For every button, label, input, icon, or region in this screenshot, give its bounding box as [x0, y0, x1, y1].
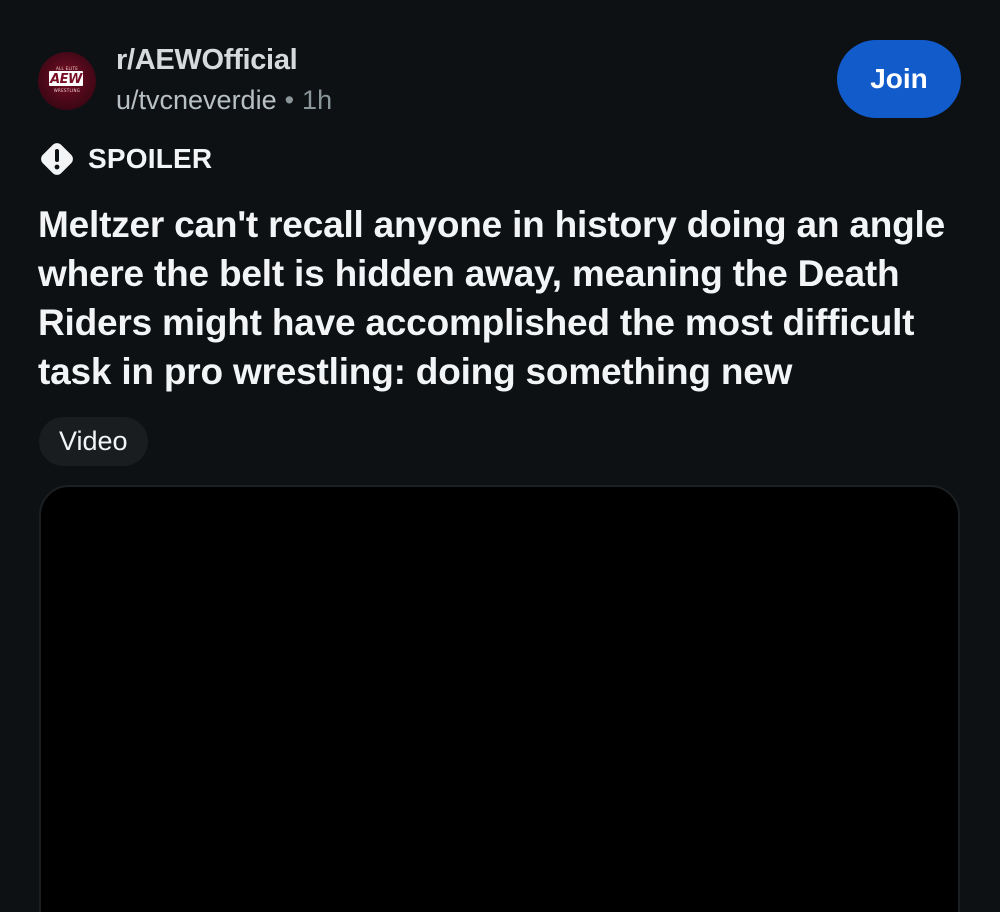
- subreddit-avatar[interactable]: ALL ELITE AEW WRESTLING: [38, 52, 96, 110]
- warning-diamond-icon: [41, 143, 73, 175]
- avatar-logo-text: AEW: [50, 72, 82, 87]
- post-time: 1h: [302, 85, 333, 115]
- meta-separator: •: [284, 85, 295, 115]
- aew-logo: AEW: [49, 71, 83, 87]
- post-meta: u/tvcneverdie • 1h: [116, 82, 332, 118]
- post-title[interactable]: Meltzer can't recall anyone in history d…: [38, 200, 968, 396]
- post-header: ALL ELITE AEW WRESTLING r/AEWOfficial u/…: [0, 0, 1000, 130]
- video-player[interactable]: [39, 485, 960, 912]
- join-button[interactable]: Join: [837, 40, 961, 118]
- post-page: ALL ELITE AEW WRESTLING r/AEWOfficial u/…: [0, 0, 1000, 912]
- avatar-bottom-text: WRESTLING: [53, 88, 81, 93]
- post-flair[interactable]: Video: [39, 417, 148, 466]
- subreddit-name[interactable]: r/AEWOfficial: [116, 42, 298, 78]
- author-username[interactable]: u/tvcneverdie: [116, 85, 277, 115]
- spoiler-label: SPOILER: [88, 143, 213, 174]
- spoiler-tag: SPOILER: [38, 140, 212, 178]
